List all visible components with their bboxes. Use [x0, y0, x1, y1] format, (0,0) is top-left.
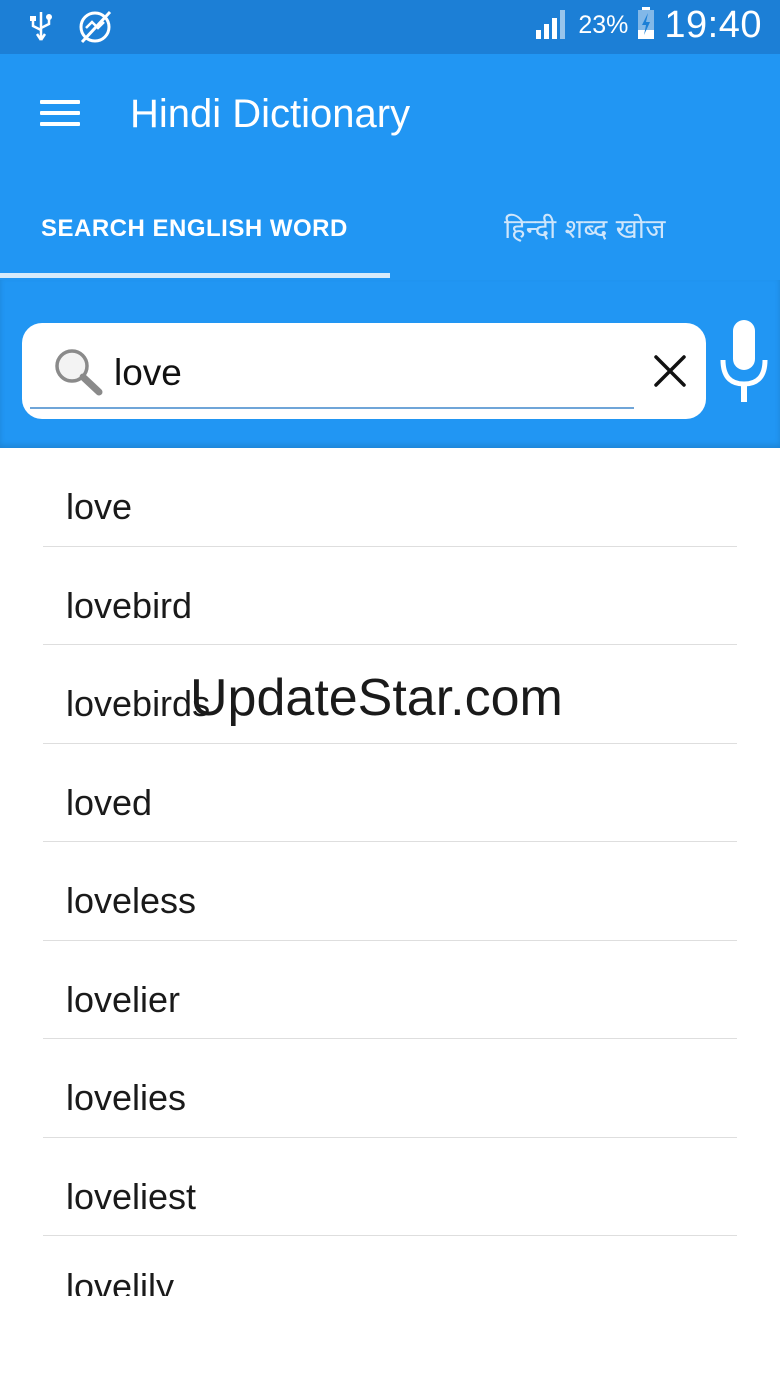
status-bar: 23% 19:40 — [0, 0, 780, 54]
hamburger-menu-icon[interactable] — [38, 97, 82, 129]
search-area — [0, 280, 780, 448]
search-box — [22, 323, 706, 419]
list-item-label: lovelier — [66, 978, 181, 1020]
status-right: 23% 19:40 — [534, 4, 762, 47]
list-item-label: lovelily — [66, 1266, 175, 1296]
list-item-label: love — [66, 486, 133, 527]
sync-disabled-icon — [76, 8, 114, 51]
usb-icon — [28, 10, 54, 49]
list-item[interactable]: loveless — [43, 842, 737, 941]
list-item[interactable]: lovelies — [43, 1039, 737, 1138]
tab-search-english-word[interactable]: SEARCH ENGLISH WORD — [0, 194, 390, 274]
list-item[interactable]: lovebird — [43, 547, 737, 645]
status-time: 19:40 — [664, 4, 762, 46]
list-item[interactable]: lovebirds — [43, 645, 737, 744]
app-bar: Hindi Dictionary SEARCH ENGLISH WORD हिन… — [0, 54, 780, 280]
results-list: love lovebird lovebirds loved loveless l… — [0, 448, 780, 1296]
list-item-label: loveliest — [66, 1175, 197, 1217]
list-item[interactable]: loved — [43, 744, 737, 842]
list-item-label: lovebird — [66, 584, 193, 626]
battery-percent: 23% — [578, 11, 629, 39]
list-item[interactable]: lovelier — [43, 941, 737, 1039]
status-left-icons — [28, 8, 114, 51]
mic-icon[interactable] — [718, 320, 770, 404]
tab-hindi-word-search[interactable]: हिन्दी शब्द खोज — [390, 194, 780, 274]
clear-icon[interactable] — [652, 353, 688, 389]
signal-icon — [534, 6, 570, 45]
list-item-label: lovelies — [66, 1077, 187, 1118]
list-item-label: loveless — [66, 880, 197, 921]
list-item[interactable]: lovelily — [43, 1236, 737, 1296]
list-item[interactable]: love — [43, 448, 737, 547]
active-tab-indicator — [0, 273, 390, 278]
list-item-label: lovebirds — [66, 683, 211, 724]
list-item-label: loved — [66, 781, 153, 823]
list-item[interactable]: loveliest — [43, 1138, 737, 1236]
app-title: Hindi Dictionary — [130, 92, 411, 136]
search-input[interactable] — [112, 345, 636, 401]
search-underline — [30, 407, 634, 409]
battery-charging-icon — [636, 6, 656, 45]
search-icon — [52, 347, 106, 397]
